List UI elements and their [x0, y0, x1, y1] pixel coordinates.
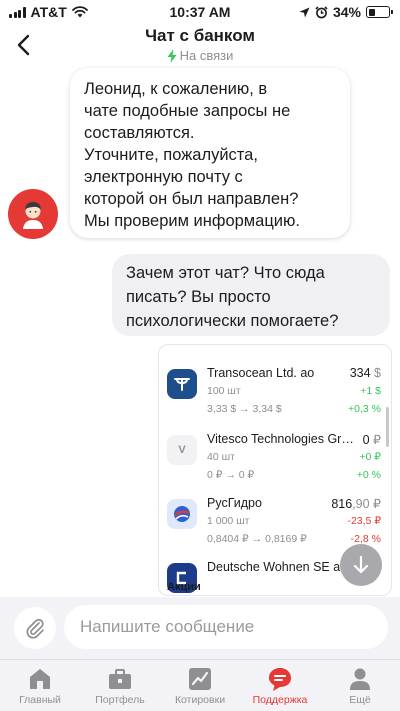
- asset-price: 0 ₽: [362, 433, 381, 447]
- asset-name: Deutsche Wohnen SE ao: [207, 560, 348, 574]
- battery-icon: [366, 6, 393, 18]
- bank-message: Леонид, к сожалению, в чате подобные зап…: [70, 68, 350, 238]
- tab-support[interactable]: Поддержка: [240, 660, 320, 711]
- tab-home[interactable]: Главный: [0, 660, 80, 711]
- lightning-icon: [167, 48, 177, 63]
- tab-bar: Главный Портфель Котировки Поддержка Ещё: [0, 659, 400, 711]
- asset-percent: -2,8 %: [350, 533, 381, 545]
- section-label: Акции: [167, 581, 201, 593]
- tab-quotes[interactable]: Котировки: [160, 660, 240, 711]
- home-icon: [30, 669, 50, 689]
- arrow-down-icon: [353, 555, 369, 574]
- asset-price-range: 0 ₽ → 0 ₽: [207, 469, 255, 481]
- connection-status: На связи: [0, 48, 400, 63]
- carrier-label: AT&T: [30, 4, 67, 20]
- asset-row[interactable]: Transocean Ltd. ao 334 $ 100 шт +1 $ 3,3…: [167, 363, 383, 421]
- support-chat-icon: [269, 668, 291, 691]
- paperclip-icon: [26, 618, 44, 639]
- composer: [0, 597, 400, 659]
- avatar: [8, 189, 58, 239]
- rushydro-logo-icon: [167, 499, 197, 529]
- message-input[interactable]: [64, 605, 388, 649]
- asset-name: Transocean Ltd. ao: [207, 366, 315, 380]
- asset-name: Vitesco Technologies Group Ak...: [207, 432, 357, 446]
- asset-quantity: 100 шт: [207, 385, 241, 397]
- tab-label: Портфель: [95, 694, 145, 706]
- user-message: Зачем этот чат? Что сюда писать? Вы прос…: [112, 254, 390, 336]
- asset-percent: +0,3 %: [348, 403, 381, 415]
- tab-label: Поддержка: [252, 694, 308, 706]
- battery-percent: 34%: [332, 4, 361, 20]
- card-scrollbar[interactable]: [386, 407, 389, 447]
- asset-price-range: 3,33 $ → 3,34 $: [207, 403, 282, 415]
- asset-change: +0 ₽: [359, 451, 381, 463]
- tab-label: Котировки: [174, 694, 226, 706]
- asset-quantity: 1 000 шт: [207, 515, 250, 527]
- asset-change: -23,5 ₽: [347, 515, 381, 527]
- tab-more[interactable]: Ещё: [320, 660, 400, 711]
- connection-status-label: На связи: [179, 48, 234, 63]
- tab-portfolio[interactable]: Портфель: [80, 660, 160, 711]
- chat-title: Чат с банком: [145, 26, 255, 45]
- asset-row[interactable]: V Vitesco Technologies Group Ak... 0 ₽ 4…: [167, 429, 383, 487]
- chart-icon: [189, 668, 211, 690]
- transocean-logo-icon: [167, 369, 197, 399]
- location-icon: [299, 7, 310, 17]
- asset-price: 334 $: [349, 366, 381, 380]
- status-bar: AT&T 10:37 AM 34%: [0, 0, 400, 24]
- user-avatar-icon: [23, 202, 43, 229]
- asset-row[interactable]: РусГидро 816,90 ₽ 1 000 шт -23,5 ₽ 0,840…: [167, 493, 383, 551]
- signal-icon: [9, 6, 26, 18]
- scroll-down-button[interactable]: [340, 544, 382, 586]
- asset-price-range: 0,8404 ₽ → 0,8169 ₽: [207, 533, 307, 545]
- wifi-icon: [71, 6, 88, 18]
- asset-percent: +0 %: [356, 469, 381, 481]
- tab-label: Ещё: [349, 694, 371, 706]
- asset-quantity: 40 шт: [207, 451, 235, 463]
- asset-price: 816,90 ₽: [331, 497, 381, 511]
- attach-button[interactable]: [14, 607, 56, 649]
- vitesco-logo-icon: V: [167, 435, 197, 465]
- chat-header: Чат с банком На связи: [0, 24, 400, 68]
- asset-change: +1 $: [360, 385, 381, 397]
- alarm-icon: [315, 5, 328, 18]
- profile-icon: [350, 668, 370, 690]
- tab-label: Главный: [19, 694, 61, 706]
- briefcase-icon: [109, 669, 131, 689]
